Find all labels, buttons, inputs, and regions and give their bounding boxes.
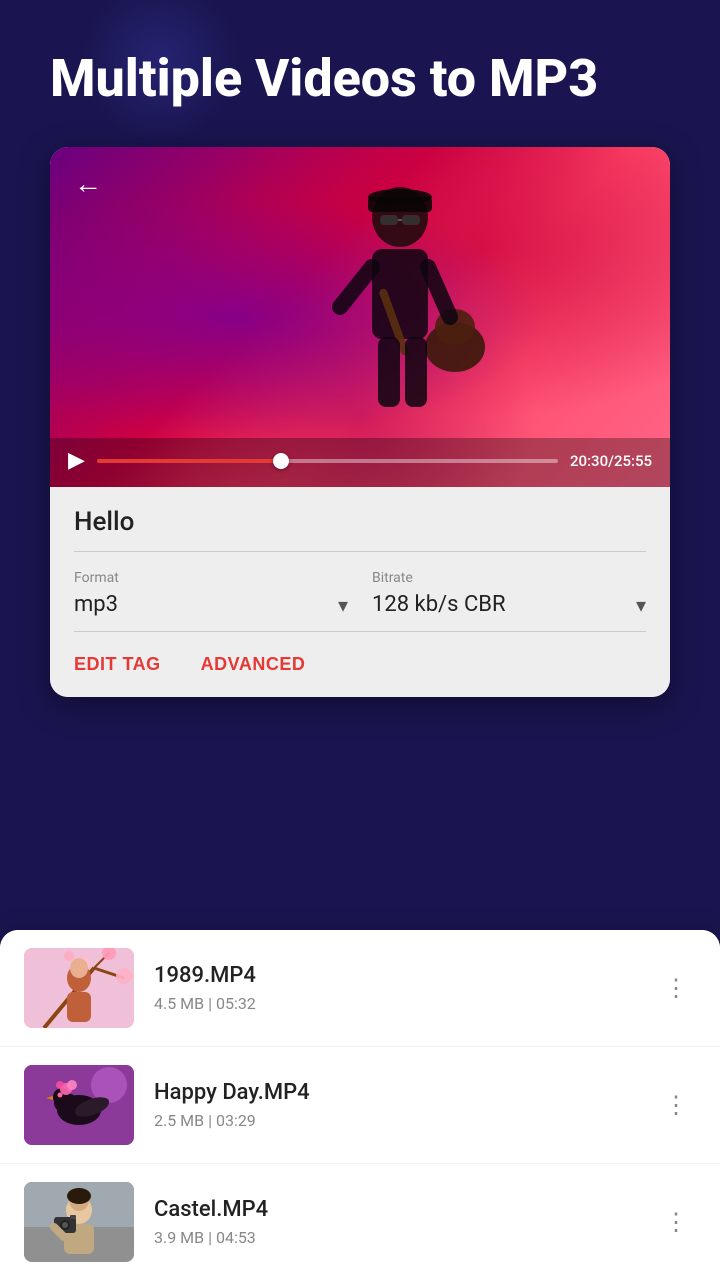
- play-button[interactable]: ▶: [68, 448, 85, 473]
- file-name-1989: 1989.MP4: [154, 963, 656, 988]
- bitrate-select[interactable]: 128 kb/s CBR ▾: [372, 592, 646, 617]
- file-info-happyday: Happy Day.MP4 2.5 MB | 03:29: [154, 1080, 656, 1130]
- format-group: Format mp3 ▾: [74, 570, 348, 617]
- advanced-button[interactable]: ADVANCED: [201, 654, 306, 675]
- format-value: mp3: [74, 592, 118, 617]
- format-select[interactable]: mp3 ▾: [74, 592, 348, 617]
- thumbnail-1989: [24, 948, 134, 1028]
- bitrate-dropdown-icon: ▾: [636, 593, 646, 617]
- file-item-castel: Castel.MP4 3.9 MB | 04:53 ⋮: [0, 1164, 720, 1280]
- thumbnail-happyday: [24, 1065, 134, 1145]
- player-controls: ▶ 20:30/25:55: [50, 438, 670, 487]
- file-info-1989: 1989.MP4 4.5 MB | 05:32: [154, 963, 656, 1013]
- progress-thumb[interactable]: [273, 453, 289, 469]
- video-player: ← ▶ 20:30/25:55: [50, 147, 670, 487]
- file-menu-happyday[interactable]: ⋮: [656, 1083, 696, 1127]
- file-name-happyday: Happy Day.MP4: [154, 1080, 656, 1105]
- progress-fill: [97, 459, 281, 463]
- bitrate-label: Bitrate: [372, 570, 646, 586]
- info-section: Hello Format mp3 ▾ Bitrate 128 kb/s CBR …: [50, 487, 670, 697]
- back-button[interactable]: ←: [74, 167, 102, 200]
- action-row: EDIT TAG ADVANCED: [74, 632, 646, 697]
- thumb-1-bg: [24, 948, 134, 1028]
- file-item-happyday: Happy Day.MP4 2.5 MB | 03:29 ⋮: [0, 1047, 720, 1164]
- file-item-1989: 1989.MP4 4.5 MB | 05:32 ⋮: [0, 930, 720, 1047]
- main-card: ← ▶ 20:30/25:55 Hello Format mp3 ▾ Bitra…: [50, 147, 670, 697]
- file-menu-castel[interactable]: ⋮: [656, 1200, 696, 1244]
- edit-tag-button[interactable]: EDIT TAG: [74, 654, 161, 675]
- file-meta-1989: 4.5 MB | 05:32: [154, 994, 656, 1013]
- file-meta-castel: 3.9 MB | 04:53: [154, 1228, 656, 1247]
- thumb-3-bg: [24, 1182, 134, 1262]
- file-menu-1989[interactable]: ⋮: [656, 966, 696, 1010]
- file-name-display: Hello: [74, 507, 646, 552]
- file-name-castel: Castel.MP4: [154, 1197, 656, 1222]
- format-row: Format mp3 ▾ Bitrate 128 kb/s CBR ▾: [74, 552, 646, 632]
- file-meta-happyday: 2.5 MB | 03:29: [154, 1111, 656, 1130]
- header: Multiple Videos to MP3: [0, 0, 720, 137]
- bitrate-group: Bitrate 128 kb/s CBR ▾: [372, 570, 646, 617]
- page-title: Multiple Videos to MP3: [50, 50, 670, 107]
- file-list-section: 1989.MP4 4.5 MB | 05:32 ⋮: [0, 930, 720, 1280]
- format-dropdown-icon: ▾: [338, 593, 348, 617]
- format-label: Format: [74, 570, 348, 586]
- progress-bar[interactable]: [97, 459, 558, 463]
- time-display: 20:30/25:55: [570, 452, 652, 470]
- file-info-castel: Castel.MP4 3.9 MB | 04:53: [154, 1197, 656, 1247]
- bitrate-value: 128 kb/s CBR: [372, 592, 506, 617]
- thumbnail-castel: [24, 1182, 134, 1262]
- musician-figure: [300, 187, 500, 427]
- thumb-2-bg: [24, 1065, 134, 1145]
